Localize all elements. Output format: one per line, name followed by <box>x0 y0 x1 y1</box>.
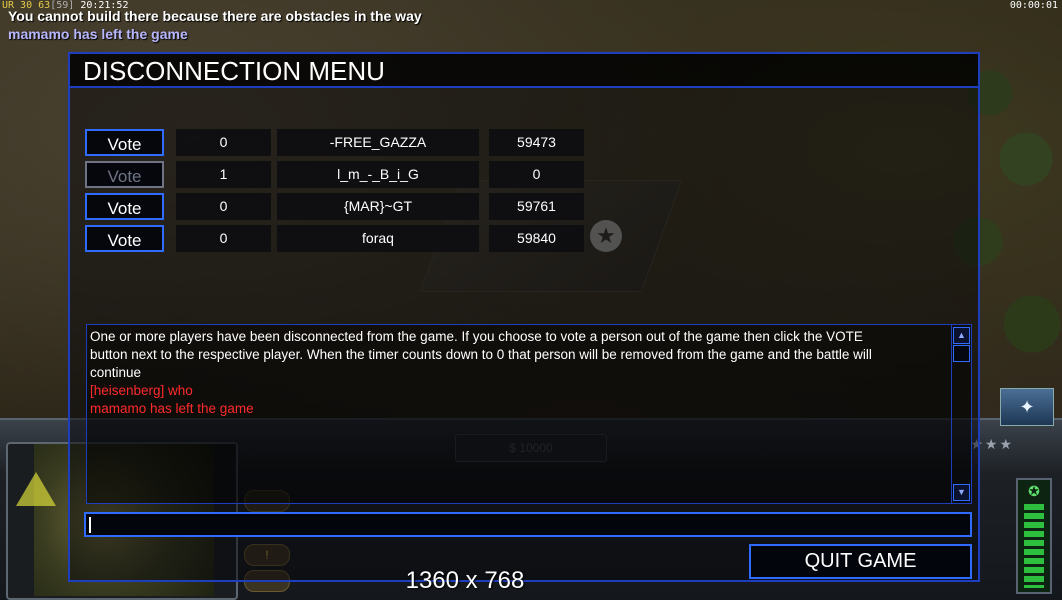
vote-button-player-4[interactable]: Vote <box>85 225 164 252</box>
vote-count-player-4: 0 <box>176 225 271 252</box>
chat-line: One or more players have been disconnect… <box>90 329 863 344</box>
system-message-player-left: mamamo has left the game <box>8 26 188 42</box>
game-clock: 00:00:01 <box>1009 0 1058 11</box>
player-name-1: -FREE_GAZZA <box>277 129 479 156</box>
chat-scrollbar[interactable]: ▲ ▼ <box>951 325 971 503</box>
player-name-2: l_m_-_B_i_G <box>277 161 479 188</box>
vote-button-player-1[interactable]: Vote <box>85 129 164 156</box>
satellite-icon[interactable]: ✦ <box>1000 388 1054 426</box>
dialog-title: DISCONNECTION MENU <box>83 56 385 86</box>
player-ping-2: 0 <box>489 161 584 188</box>
general-star-icon[interactable]: ✪ <box>1018 483 1050 500</box>
dialog-titlebar: DISCONNECTION MENU <box>70 54 978 88</box>
text-caret <box>89 517 91 533</box>
scroll-up-arrow-icon[interactable]: ▲ <box>953 327 970 344</box>
minimap-camera-frustum <box>16 472 56 506</box>
player-name-4: foraq <box>277 225 479 252</box>
player-ping-4: 59840 <box>489 225 584 252</box>
chat-line: button next to the respective player. Wh… <box>90 347 872 362</box>
scroll-thumb[interactable] <box>953 345 970 362</box>
chat-line: [heisenberg] who <box>90 383 193 398</box>
vote-count-player-3: 0 <box>176 193 271 220</box>
power-meter: ✪ <box>1016 478 1052 594</box>
system-message-obstacles: You cannot build there because there are… <box>8 8 422 24</box>
chat-line: continue <box>90 365 142 380</box>
vote-count-player-2: 1 <box>176 161 271 188</box>
resolution-text: 1360 x 768 <box>405 567 525 594</box>
vote-count-player-1: 0 <box>176 129 271 156</box>
chat-line: mamamo has left the game <box>90 401 254 416</box>
player-name-3: {MAR}~GT <box>277 193 479 220</box>
player-ping-3: 59761 <box>489 193 584 220</box>
chat-log-panel[interactable]: One or more players have been disconnect… <box>86 324 972 504</box>
vote-button-player-2[interactable]: Vote <box>85 161 164 188</box>
scroll-down-arrow-icon[interactable]: ▼ <box>953 484 970 501</box>
vote-button-player-3[interactable]: Vote <box>85 193 164 220</box>
power-meter-cells <box>1024 504 1044 588</box>
chat-input[interactable] <box>84 512 972 537</box>
player-ping-1: 59473 <box>489 129 584 156</box>
chat-log: One or more players have been disconnect… <box>90 328 949 418</box>
disconnection-dialog: DISCONNECTION MENU Vote 0 -FREE_GAZZA 59… <box>68 52 980 582</box>
